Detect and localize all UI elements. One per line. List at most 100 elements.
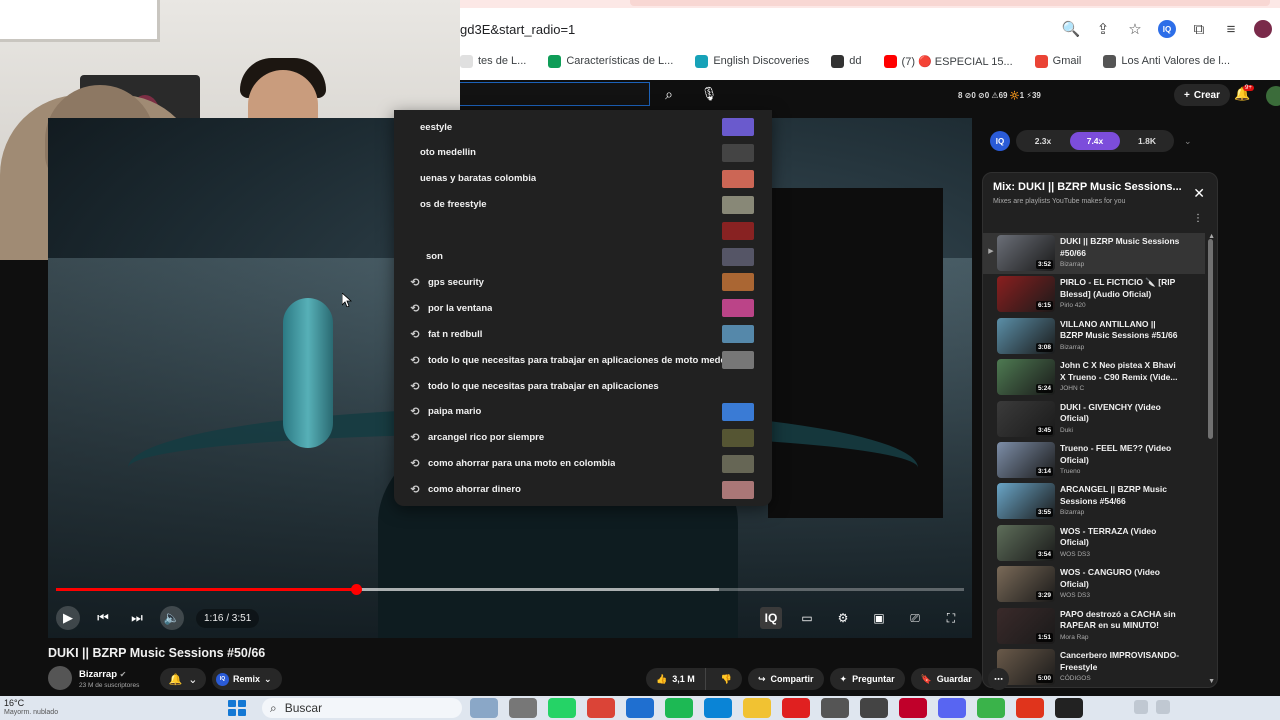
channel-name-text[interactable]: Bizarrap: [79, 669, 117, 680]
suggestion-thumbnail[interactable]: [722, 247, 754, 266]
search-suggestion[interactable]: ⟲: [394, 218, 772, 244]
playlist-item-title[interactable]: DUKI - GIVENCHY (Video Oficial): [1060, 402, 1180, 425]
playlist-item[interactable]: 1:51 PAPO destrozó a CACHA sin RAPEAR en …: [983, 606, 1205, 647]
taskbar-store-icon[interactable]: [626, 698, 654, 718]
profile-avatar[interactable]: [1254, 20, 1272, 38]
previous-icon[interactable]: ⏮: [92, 607, 114, 629]
playlist-item-title[interactable]: VILLANO ANTILLANO || BZRP Music Sessions…: [1060, 319, 1180, 342]
scrubber-knob[interactable]: [350, 584, 362, 595]
bookmark-item[interactable]: English Discoveries: [695, 54, 809, 68]
suggestion-thumbnail[interactable]: [722, 402, 754, 421]
fullscreen-icon[interactable]: ⛶: [940, 607, 962, 629]
search-suggestion[interactable]: ⟲ por la ventana: [394, 295, 772, 321]
zoom-icon[interactable]: 🔍: [1062, 20, 1081, 38]
iq-extension-icon[interactable]: IQ: [1158, 20, 1176, 38]
suggestion-thumbnail[interactable]: [722, 143, 754, 162]
bookmark-item[interactable]: (7) 🔴 ESPECIAL 15...: [883, 54, 1013, 68]
search-suggestion[interactable]: ⟲ como ahorrar dinero: [394, 477, 772, 503]
more-vert-icon[interactable]: ⋮: [1193, 213, 1203, 224]
playlist-item[interactable]: 3:08 VILLANO ANTILLANO || BZRP Music Sess…: [983, 316, 1205, 357]
playlist-item[interactable]: ▶ 3:52 DUKI || BZRP Music Sessions #50/66 B…: [983, 233, 1205, 274]
suggestion-thumbnail[interactable]: [722, 454, 754, 473]
extensions-icon[interactable]: ⧉: [1190, 20, 1208, 38]
search-suggestion[interactable]: ⟲uenas y baratas colombia: [394, 166, 772, 192]
address-bar[interactable]: gd3E&start_radio=1 🔍 ⇪ ☆ IQ ⧉ ≡: [460, 14, 1280, 44]
search-input[interactable]: [460, 82, 650, 106]
playlist-item-title[interactable]: WOS - TERRAZA (Video Oficial): [1060, 526, 1180, 549]
playlist-item-title[interactable]: Trueno - FEEL ME?? (Video Oficial): [1060, 443, 1180, 466]
url-text[interactable]: gd3E&start_radio=1: [460, 22, 575, 37]
playlist-item-title[interactable]: John C X Neo pistea X Bhavi X Trueno - C…: [1060, 360, 1180, 383]
windows-start-icon[interactable]: [228, 700, 246, 716]
bookmark-star-icon[interactable]: ☆: [1126, 20, 1144, 38]
subscription-bell-button[interactable]: 🔔 ⌄: [160, 668, 206, 690]
cast-icon[interactable]: ⎚: [904, 607, 926, 629]
progress-bar[interactable]: [56, 584, 964, 595]
taskbar-app-icon-5[interactable]: [1016, 698, 1044, 718]
search-suggestion[interactable]: ⟲ fat n redbull: [394, 321, 772, 347]
tray-icon-1[interactable]: [1134, 700, 1148, 714]
weather-widget[interactable]: 16°C Mayorm. nublado: [4, 698, 58, 718]
suggestion-thumbnail[interactable]: [722, 195, 754, 214]
taskbar-app-icon-3[interactable]: [860, 698, 888, 718]
taskbar-app-icon-4[interactable]: [899, 698, 927, 718]
suggestion-thumbnail[interactable]: [722, 118, 754, 136]
taskbar-whatsapp-icon[interactable]: [548, 698, 576, 718]
search-suggestion[interactable]: ⟲ arcangel rico por siempre: [394, 425, 772, 451]
bookmark-item[interactable]: Los Anti Valores de l...: [1103, 54, 1230, 68]
settings-gear-icon[interactable]: ⚙: [832, 607, 854, 629]
taskbar-widget-icon[interactable]: [470, 698, 498, 718]
search-suggestion[interactable]: ⟲ gps security: [394, 269, 772, 295]
playlist-item-title[interactable]: WOS - CANGURO (Video Oficial): [1060, 567, 1180, 590]
bookmark-item[interactable]: tes de L...: [460, 54, 526, 68]
create-button[interactable]: + Crear: [1174, 84, 1230, 106]
taskbar-app-icon[interactable]: [782, 698, 810, 718]
playlist-item-title[interactable]: PIRLO - EL FICTICIO 🔪 [RIP Blessd] (Audi…: [1060, 277, 1180, 300]
search-suggestion[interactable]: ⟲son: [394, 244, 772, 270]
suggestion-thumbnail[interactable]: [722, 221, 754, 240]
playlist-item[interactable]: 3:54 WOS - TERRAZA (Video Oficial) WOS DS3: [983, 523, 1205, 564]
bookmark-item[interactable]: Características de L...: [548, 54, 673, 68]
close-icon[interactable]: ✕: [1193, 185, 1205, 202]
subtitles-icon[interactable]: ▭: [796, 607, 818, 629]
search-suggestion[interactable]: ⟲ todo lo que necesitas para trabajar en …: [394, 347, 772, 373]
suggestion-thumbnail[interactable]: [722, 351, 754, 370]
active-tab[interactable]: [630, 0, 1270, 6]
playlist-item-title[interactable]: PAPO destrozó a CACHA sin RAPEAR en su M…: [1060, 609, 1180, 632]
playlist-item-title[interactable]: Cancerbero IMPROVISANDO- Freestyle: [1060, 650, 1180, 673]
suggestion-thumbnail[interactable]: [722, 299, 754, 318]
dislike-button[interactable]: 👎: [711, 668, 742, 690]
playlist-item[interactable]: 6:15 PIRLO - EL FICTICIO 🔪 [RIP Blessd] (…: [983, 274, 1205, 315]
speed-option[interactable]: 7.4x: [1070, 132, 1120, 150]
suggestion-thumbnail[interactable]: [722, 325, 754, 344]
chevron-down-icon[interactable]: ⌄: [1184, 136, 1192, 147]
playlist-thumbnail[interactable]: 1:51: [997, 607, 1055, 644]
next-icon[interactable]: ⏭: [126, 607, 148, 629]
remix-button[interactable]: IQ Remix ⌄: [212, 668, 282, 690]
search-suggestion[interactable]: ⟲os de freestyle: [394, 192, 772, 218]
taskbar-files-icon[interactable]: [509, 698, 537, 718]
taskbar-explorer-icon[interactable]: [743, 698, 771, 718]
channel-avatar[interactable]: [48, 666, 72, 690]
search-suggestion[interactable]: ⟲ como ahorrar para una moto en colombia: [394, 451, 772, 477]
more-actions-button[interactable]: ⋯: [987, 668, 1009, 690]
taskbar-search[interactable]: ⌕ Buscar: [262, 698, 462, 718]
media-control-icon[interactable]: ≡: [1222, 20, 1240, 38]
playlist-thumbnail[interactable]: 3:55: [997, 483, 1055, 520]
playlist-thumbnail[interactable]: 3:14: [997, 442, 1055, 478]
suggestion-thumbnail[interactable]: [722, 169, 754, 188]
speed-option[interactable]: 2.3x: [1018, 132, 1068, 150]
volume-icon[interactable]: 🔈: [160, 606, 184, 630]
search-suggestion[interactable]: ⟲ paipa mario: [394, 399, 772, 425]
play-icon[interactable]: ▶: [56, 606, 80, 630]
voice-search-icon[interactable]: 🎙: [698, 82, 720, 106]
search-suggestion[interactable]: ⟲oto medellin: [394, 140, 772, 166]
scroll-down-icon[interactable]: ▼: [1208, 678, 1215, 685]
playlist-title[interactable]: Mix: DUKI || BZRP Music Sessions...: [993, 181, 1183, 193]
search-suggestion[interactable]: ⟲eestyle: [394, 114, 772, 140]
share-button[interactable]: ↪ Compartir: [747, 668, 824, 690]
miniplayer-icon[interactable]: ▣: [868, 607, 890, 629]
install-icon[interactable]: ⇪: [1094, 20, 1112, 38]
account-avatar[interactable]: [1266, 86, 1280, 106]
suggestion-thumbnail[interactable]: [722, 480, 754, 499]
